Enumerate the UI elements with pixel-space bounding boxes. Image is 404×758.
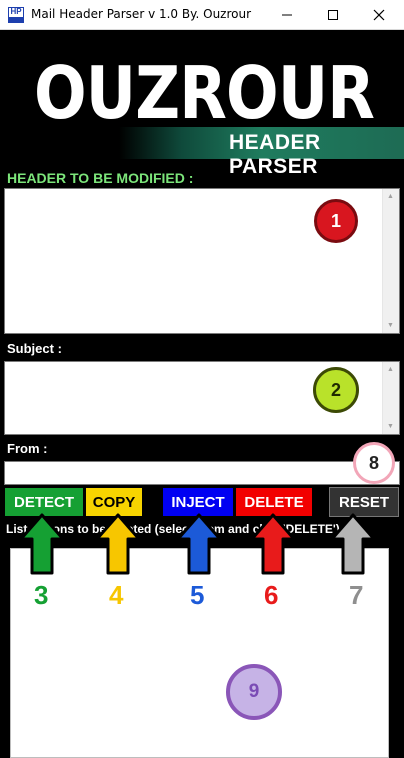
annotation-number-3: 3 [34,580,49,610]
scroll-up-icon[interactable]: ▲ [387,193,394,200]
scroll-down-icon[interactable]: ▼ [387,322,394,329]
arrow-up-icon-gray [330,513,376,575]
minimize-icon [282,14,292,16]
annotation-number-4: 4 [109,580,124,610]
arrow-up-icon-green [19,513,65,575]
from-label: From : [7,441,48,456]
minimize-button[interactable] [264,0,310,30]
arrow-up-icon-blue [176,513,222,575]
annotation-number-5: 5 [190,580,205,610]
close-icon [373,9,385,21]
app-icon-text: HP [10,7,22,16]
annotation-number-7: 7 [349,580,364,610]
from-input[interactable] [4,461,400,485]
window-title: Mail Header Parser v 1.0 By. Ouzrour [31,7,252,21]
arrow-up-icon-red [250,513,296,575]
scroll-up-icon[interactable]: ▲ [387,366,394,373]
annotation-circle-2: 2 [313,367,359,413]
subject-scrollbar[interactable]: ▲ ▼ [382,362,399,434]
header-label: HEADER TO BE MODIFIED : [7,170,194,186]
arrow-up-icon-yellow [95,513,141,575]
annotation-circle-8: 8 [353,442,395,484]
scroll-down-icon[interactable]: ▼ [387,423,394,430]
header-scrollbar[interactable]: ▲ ▼ [382,189,399,333]
maximize-icon [328,10,338,20]
close-button[interactable] [356,0,402,30]
annotation-circle-1: 1 [314,199,358,243]
logo-wordmark: OUZROUR [34,51,375,135]
annotation-circle-9: 9 [226,664,282,720]
subject-label: Subject : [7,341,62,356]
app-icon: HP [8,7,24,23]
maximize-button[interactable] [310,0,356,30]
logo-subtitle: HEADER PARSER [229,131,321,178]
annotation-number-6: 6 [264,580,279,610]
